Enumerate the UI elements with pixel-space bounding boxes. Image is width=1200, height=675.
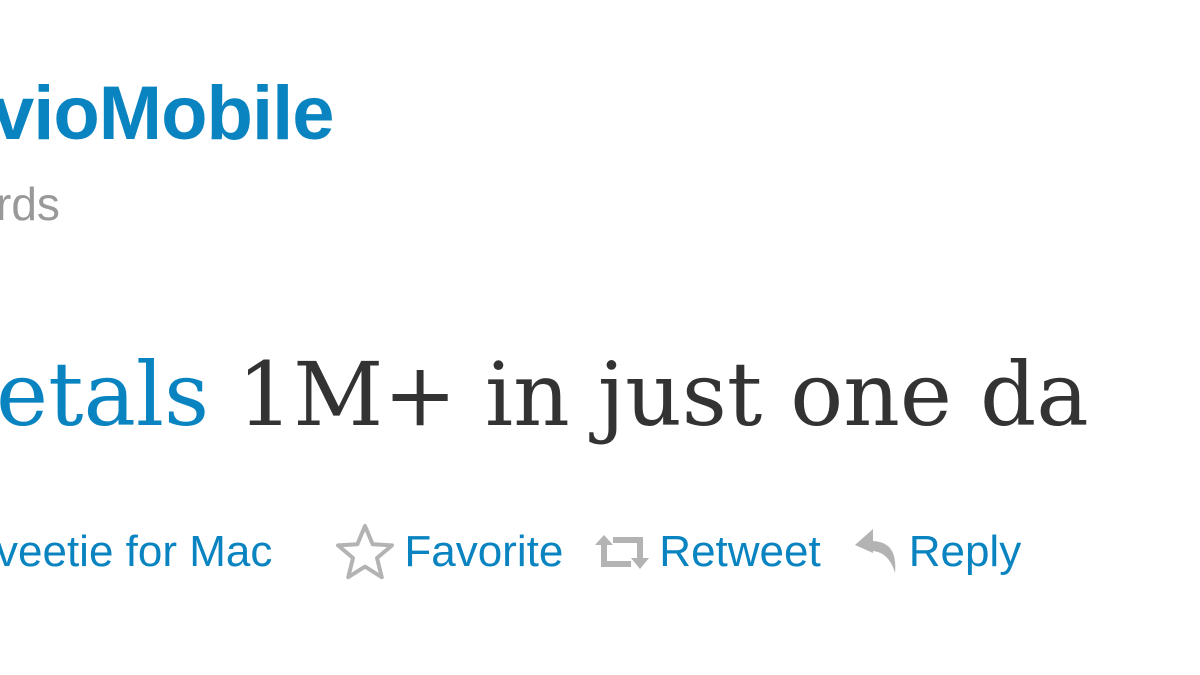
tweet-source-link[interactable]: veetie for Mac	[0, 527, 272, 577]
retweet-label: Retweet	[659, 527, 821, 576]
retweet-icon	[593, 532, 651, 572]
retweet-button[interactable]: Retweet	[593, 527, 821, 577]
tweet-card: vioMobile rds etals 1M+ in just one da v…	[0, 0, 1200, 675]
tweet-meta-bar: veetie for Mac Favorite Retweet Reply	[0, 520, 1021, 584]
favorite-label: Favorite	[404, 527, 564, 576]
star-icon	[334, 523, 396, 581]
reply-icon	[853, 527, 901, 577]
tweet-fullname: rds	[0, 178, 60, 230]
reply-button[interactable]: Reply	[853, 527, 1022, 577]
reply-label: Reply	[908, 527, 1022, 576]
tweet-text: etals 1M+ in just one da	[0, 340, 1089, 450]
favorite-button[interactable]: Favorite	[334, 523, 563, 581]
tweet-username[interactable]: vioMobile	[0, 70, 334, 158]
tweet-text-body: 1M+ in just one da	[209, 343, 1089, 446]
tweet-text-link[interactable]: etals	[0, 343, 209, 446]
